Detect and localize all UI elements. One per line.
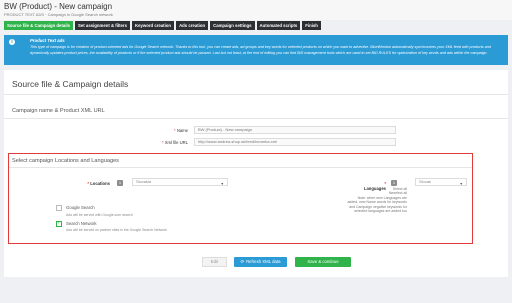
page-subtitle: PRODUCT TEXT ADS · Campaign in Google Se…	[4, 12, 113, 17]
name-label-text: Name	[176, 128, 188, 133]
locations-highlight-box	[8, 153, 473, 244]
tab-keyword-creation[interactable]: Keyword creation	[132, 21, 175, 30]
save-continue-button[interactable]: Save & continue	[295, 257, 351, 267]
tab-set-assignment[interactable]: Set assignment & filters	[75, 21, 130, 30]
refresh-icon: ⟳	[240, 259, 245, 264]
refresh-xml-label: Refresh XML data	[246, 259, 281, 264]
campaign-details-card: Source file & Campaign details Campaign …	[4, 70, 508, 277]
page-title: BW (Product) - New campaign	[4, 2, 113, 11]
app-header: BW (Product) - New campaign PRODUCT TEXT…	[0, 0, 512, 20]
xml-url-label: * Xml file URL	[154, 140, 188, 145]
edit-button[interactable]: Edit	[202, 257, 227, 267]
required-mark: *	[161, 140, 164, 145]
divider	[4, 94, 508, 95]
info-icon: i	[9, 39, 15, 45]
name-label: * Name	[154, 128, 188, 133]
info-text: This type of campaign is for creation of…	[30, 45, 491, 55]
xml-url-input[interactable]: http://www.andrea-shop.sk/feed/heureka.x…	[194, 138, 396, 146]
card-title: Source file & Campaign details	[12, 79, 129, 89]
tab-source-file[interactable]: Source file & Campaign details	[4, 21, 74, 30]
tab-campaign-settings[interactable]: Campaign settings	[210, 21, 255, 30]
tab-finish[interactable]: Finish	[302, 21, 321, 30]
required-mark: *	[174, 128, 176, 133]
wizard-tabs: Source file & Campaign details Set assig…	[4, 21, 321, 30]
campaign-name-input[interactable]: BW (Product) - New campaign	[194, 126, 396, 134]
info-banner: i Product Text ads This type of campaign…	[4, 35, 508, 65]
refresh-xml-button[interactable]: ⟳ Refresh XML data	[234, 257, 287, 267]
info-title: Product Text ads	[30, 38, 65, 43]
tab-ads-creation[interactable]: Ads creation	[176, 21, 209, 30]
divider	[4, 118, 508, 119]
tab-automated-scripts[interactable]: Automated scripts	[256, 21, 301, 30]
xml-url-label-text: Xml file URL	[164, 140, 188, 145]
section-name-url-title: Campaign name & Product XML URL	[12, 108, 105, 114]
